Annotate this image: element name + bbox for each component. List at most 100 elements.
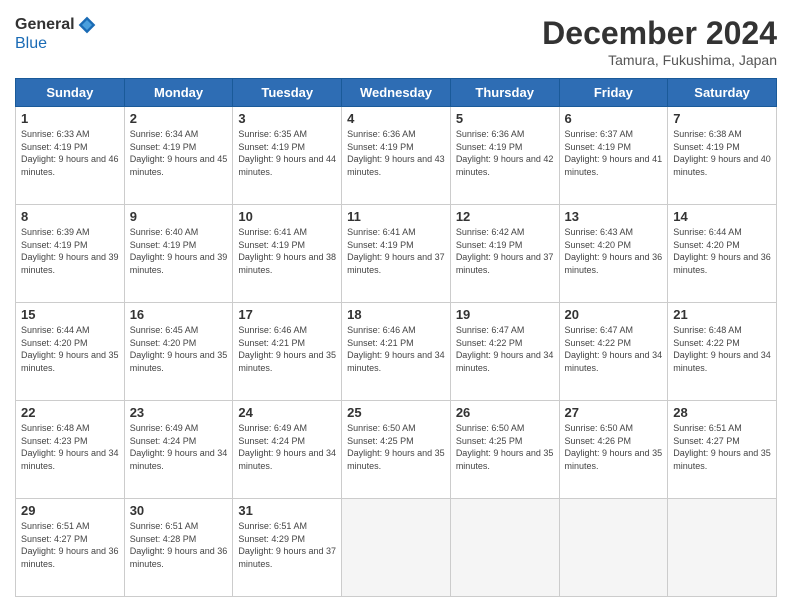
calendar-cell bbox=[450, 499, 559, 597]
calendar-cell: 18 Sunrise: 6:46 AMSunset: 4:21 PMDayligh… bbox=[342, 303, 451, 401]
calendar-week-3: 22Sunrise: 6:48 AMSunset: 4:23 PMDayligh… bbox=[16, 401, 777, 499]
calendar-cell: 22Sunrise: 6:48 AMSunset: 4:23 PMDayligh… bbox=[16, 401, 125, 499]
calendar-cell: 13 Sunrise: 6:43 AMSunset: 4:20 PMDayligh… bbox=[559, 205, 668, 303]
day-number: 21 bbox=[673, 307, 771, 322]
day-info: Sunrise: 6:44 AMSunset: 4:20 PMDaylight:… bbox=[673, 226, 771, 276]
calendar-cell: 19 Sunrise: 6:47 AMSunset: 4:22 PMDayligh… bbox=[450, 303, 559, 401]
logo-icon bbox=[77, 15, 97, 35]
calendar-cell: 27Sunrise: 6:50 AMSunset: 4:26 PMDayligh… bbox=[559, 401, 668, 499]
day-number: 18 bbox=[347, 307, 445, 322]
calendar-header-row: SundayMondayTuesdayWednesdayThursdayFrid… bbox=[16, 79, 777, 107]
day-number: 11 bbox=[347, 209, 445, 224]
calendar-cell: 29 Sunrise: 6:51 AMSunset: 4:27 PMDayligh… bbox=[16, 499, 125, 597]
calendar-cell: 16 Sunrise: 6:45 AMSunset: 4:20 PMDayligh… bbox=[124, 303, 233, 401]
day-info: Sunrise: 6:43 AMSunset: 4:20 PMDaylight:… bbox=[565, 226, 663, 276]
calendar-cell: 14 Sunrise: 6:44 AMSunset: 4:20 PMDayligh… bbox=[668, 205, 777, 303]
day-number: 20 bbox=[565, 307, 663, 322]
day-info: Sunrise: 6:36 AMSunset: 4:19 PMDaylight:… bbox=[347, 128, 445, 178]
calendar-cell: 11 Sunrise: 6:41 AMSunset: 4:19 PMDayligh… bbox=[342, 205, 451, 303]
day-number: 13 bbox=[565, 209, 663, 224]
day-number: 12 bbox=[456, 209, 554, 224]
day-number: 29 bbox=[21, 503, 119, 518]
calendar-cell: 12 Sunrise: 6:42 AMSunset: 4:19 PMDayligh… bbox=[450, 205, 559, 303]
day-info: Sunrise: 6:51 AMSunset: 4:28 PMDaylight:… bbox=[130, 520, 228, 570]
calendar-cell: 10 Sunrise: 6:41 AMSunset: 4:19 PMDayligh… bbox=[233, 205, 342, 303]
day-info: Sunrise: 6:51 AMSunset: 4:27 PMDaylight:… bbox=[21, 520, 119, 570]
calendar-cell: 25 Sunrise: 6:50 AMSunset: 4:25 PMDayligh… bbox=[342, 401, 451, 499]
day-info: Sunrise: 6:44 AMSunset: 4:20 PMDaylight:… bbox=[21, 324, 119, 374]
day-info: Sunrise: 6:40 AMSunset: 4:19 PMDaylight:… bbox=[130, 226, 228, 276]
day-number: 1 bbox=[21, 111, 119, 126]
calendar-cell: 4 Sunrise: 6:36 AMSunset: 4:19 PMDaylight… bbox=[342, 107, 451, 205]
day-info: Sunrise: 6:50 AMSunset: 4:25 PMDaylight:… bbox=[347, 422, 445, 472]
calendar-cell: 20 Sunrise: 6:47 AMSunset: 4:22 PMDayligh… bbox=[559, 303, 668, 401]
day-info: Sunrise: 6:47 AMSunset: 4:22 PMDaylight:… bbox=[565, 324, 663, 374]
day-number: 28 bbox=[673, 405, 771, 420]
day-number: 30 bbox=[130, 503, 228, 518]
day-number: 14 bbox=[673, 209, 771, 224]
calendar-cell bbox=[668, 499, 777, 597]
calendar-cell: 7 Sunrise: 6:38 AMSunset: 4:19 PMDaylight… bbox=[668, 107, 777, 205]
logo-general: General bbox=[15, 16, 75, 34]
day-number: 7 bbox=[673, 111, 771, 126]
calendar-week-1: 8Sunrise: 6:39 AMSunset: 4:19 PMDaylight… bbox=[16, 205, 777, 303]
calendar-cell: 31 Sunrise: 6:51 AMSunset: 4:29 PMDayligh… bbox=[233, 499, 342, 597]
day-number: 23 bbox=[130, 405, 228, 420]
day-info: Sunrise: 6:51 AMSunset: 4:27 PMDaylight:… bbox=[673, 422, 771, 472]
calendar-cell: 15 Sunrise: 6:44 AMSunset: 4:20 PMDayligh… bbox=[16, 303, 125, 401]
day-info: Sunrise: 6:46 AMSunset: 4:21 PMDaylight:… bbox=[347, 324, 445, 374]
day-number: 6 bbox=[565, 111, 663, 126]
calendar-header-thursday: Thursday bbox=[450, 79, 559, 107]
calendar-week-4: 29 Sunrise: 6:51 AMSunset: 4:27 PMDayligh… bbox=[16, 499, 777, 597]
day-number: 8 bbox=[21, 209, 119, 224]
calendar-week-0: 1Sunrise: 6:33 AMSunset: 4:19 PMDaylight… bbox=[16, 107, 777, 205]
day-info: Sunrise: 6:41 AMSunset: 4:19 PMDaylight:… bbox=[238, 226, 336, 276]
day-info: Sunrise: 6:37 AMSunset: 4:19 PMDaylight:… bbox=[565, 128, 663, 178]
day-number: 10 bbox=[238, 209, 336, 224]
month-title: December 2024 bbox=[542, 15, 777, 52]
day-number: 22 bbox=[21, 405, 119, 420]
calendar-cell: 1Sunrise: 6:33 AMSunset: 4:19 PMDaylight… bbox=[16, 107, 125, 205]
calendar-cell bbox=[559, 499, 668, 597]
day-info: Sunrise: 6:41 AMSunset: 4:19 PMDaylight:… bbox=[347, 226, 445, 276]
day-number: 19 bbox=[456, 307, 554, 322]
calendar-cell: 5 Sunrise: 6:36 AMSunset: 4:19 PMDaylight… bbox=[450, 107, 559, 205]
day-number: 5 bbox=[456, 111, 554, 126]
day-info: Sunrise: 6:47 AMSunset: 4:22 PMDaylight:… bbox=[456, 324, 554, 374]
day-info: Sunrise: 6:38 AMSunset: 4:19 PMDaylight:… bbox=[673, 128, 771, 178]
day-number: 31 bbox=[238, 503, 336, 518]
day-info: Sunrise: 6:51 AMSunset: 4:29 PMDaylight:… bbox=[238, 520, 336, 570]
calendar-table: SundayMondayTuesdayWednesdayThursdayFrid… bbox=[15, 78, 777, 597]
day-number: 24 bbox=[238, 405, 336, 420]
calendar-header-sunday: Sunday bbox=[16, 79, 125, 107]
day-number: 25 bbox=[347, 405, 445, 420]
calendar-cell: 9Sunrise: 6:40 AMSunset: 4:19 PMDaylight… bbox=[124, 205, 233, 303]
title-section: December 2024 Tamura, Fukushima, Japan bbox=[542, 15, 777, 68]
day-number: 4 bbox=[347, 111, 445, 126]
day-info: Sunrise: 6:49 AMSunset: 4:24 PMDaylight:… bbox=[130, 422, 228, 472]
day-number: 27 bbox=[565, 405, 663, 420]
day-info: Sunrise: 6:48 AMSunset: 4:22 PMDaylight:… bbox=[673, 324, 771, 374]
day-info: Sunrise: 6:49 AMSunset: 4:24 PMDaylight:… bbox=[238, 422, 336, 472]
calendar-cell: 6 Sunrise: 6:37 AMSunset: 4:19 PMDaylight… bbox=[559, 107, 668, 205]
day-number: 2 bbox=[130, 111, 228, 126]
day-info: Sunrise: 6:50 AMSunset: 4:25 PMDaylight:… bbox=[456, 422, 554, 472]
calendar-header-friday: Friday bbox=[559, 79, 668, 107]
day-info: Sunrise: 6:36 AMSunset: 4:19 PMDaylight:… bbox=[456, 128, 554, 178]
calendar-header-saturday: Saturday bbox=[668, 79, 777, 107]
calendar-cell: 23 Sunrise: 6:49 AMSunset: 4:24 PMDayligh… bbox=[124, 401, 233, 499]
calendar-header-wednesday: Wednesday bbox=[342, 79, 451, 107]
calendar-cell bbox=[342, 499, 451, 597]
logo-blue: Blue bbox=[15, 35, 47, 53]
day-info: Sunrise: 6:34 AMSunset: 4:19 PMDaylight:… bbox=[130, 128, 228, 178]
day-info: Sunrise: 6:46 AMSunset: 4:21 PMDaylight:… bbox=[238, 324, 336, 374]
day-info: Sunrise: 6:45 AMSunset: 4:20 PMDaylight:… bbox=[130, 324, 228, 374]
calendar-cell: 8Sunrise: 6:39 AMSunset: 4:19 PMDaylight… bbox=[16, 205, 125, 303]
day-info: Sunrise: 6:42 AMSunset: 4:19 PMDaylight:… bbox=[456, 226, 554, 276]
calendar-header-tuesday: Tuesday bbox=[233, 79, 342, 107]
day-number: 16 bbox=[130, 307, 228, 322]
logo: General Blue bbox=[15, 15, 97, 53]
day-number: 17 bbox=[238, 307, 336, 322]
day-number: 15 bbox=[21, 307, 119, 322]
calendar-cell: 2 Sunrise: 6:34 AMSunset: 4:19 PMDaylight… bbox=[124, 107, 233, 205]
